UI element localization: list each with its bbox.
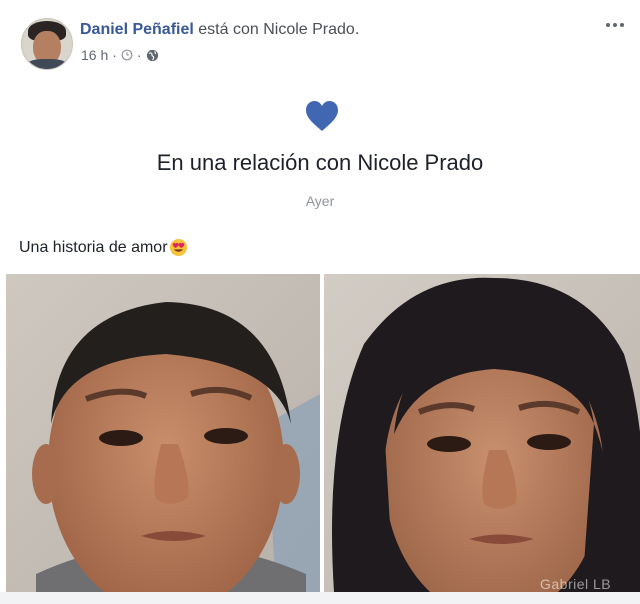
tagged-user-link[interactable]: Nicole Prado. [263, 21, 359, 38]
facebook-post: Daniel Peñafiel está con Nicole Prado. 1… [0, 0, 640, 604]
author-name-link[interactable]: Daniel Peñafiel [80, 21, 194, 38]
life-event-date: Ayer [305, 193, 335, 209]
author-avatar[interactable] [21, 18, 73, 70]
heart-eyes-emoji [169, 238, 187, 257]
post-bottom-strip [0, 592, 640, 604]
meta-separator-2: · [136, 47, 142, 63]
heart-icon [306, 101, 338, 131]
clock-icon [121, 49, 133, 61]
photo-left[interactable] [6, 274, 320, 592]
post-caption: Una historia de amor [19, 238, 188, 257]
photo-right-image [324, 274, 640, 592]
more-options-icon[interactable] [606, 18, 628, 32]
meta-separator: · [112, 47, 117, 63]
globe-icon[interactable] [146, 49, 159, 62]
life-event-title[interactable]: En una relación con Nicole Prado [0, 150, 640, 176]
photo-right[interactable] [324, 274, 640, 592]
watermark-text: Gabriel LB [540, 576, 612, 592]
photo-left-image [6, 274, 320, 592]
post-meta: 16 h · · [81, 47, 159, 63]
avatar-shirt [26, 59, 68, 69]
post-time-link[interactable]: 16 h [81, 47, 108, 63]
with-text: está con [198, 21, 259, 38]
post-header: Daniel Peñafiel está con Nicole Prado. [80, 21, 359, 39]
caption-text: Una historia de amor [19, 238, 168, 256]
